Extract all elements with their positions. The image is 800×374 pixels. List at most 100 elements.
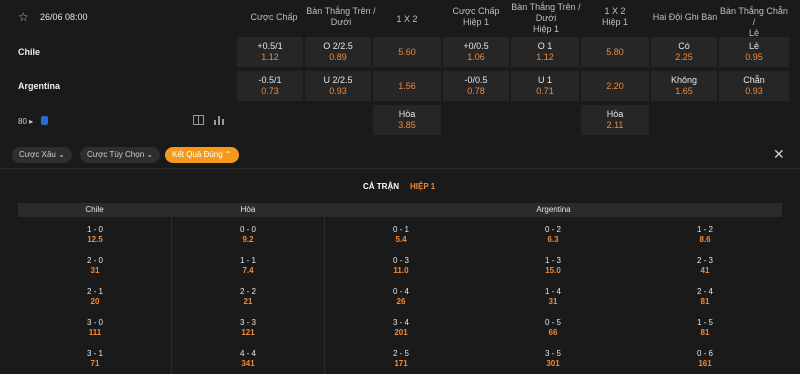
match-datetime: 26/06 08:00 xyxy=(40,12,88,22)
col-handicap-h1-line2: Hiệp 1 xyxy=(462,17,489,27)
score-cell[interactable]: 0 - 0 9.2 xyxy=(218,225,278,245)
filter-label: Cược Tùy Chọn xyxy=(87,150,145,159)
odds-value: 1.06 xyxy=(467,52,485,62)
score-odds: 9.2 xyxy=(242,235,254,244)
odds-cell-btts-yes[interactable]: Có 2.25 xyxy=(651,37,717,67)
odds-cell-home-win-h1[interactable]: 5.80 xyxy=(581,37,649,67)
score-cell[interactable]: 4 - 4 341 xyxy=(218,349,278,369)
odds-line: O 2/2.5 xyxy=(323,41,353,51)
tab-first-half[interactable]: HIỆP 1 xyxy=(410,182,435,191)
score-cell[interactable]: 0 - 4 26 xyxy=(371,287,431,307)
score-cell[interactable]: 0 - 1 5.4 xyxy=(371,225,431,245)
score-cell[interactable]: 0 - 6 161 xyxy=(675,349,735,369)
score-odds: 81 xyxy=(700,328,710,337)
filter-correct-score[interactable]: Kết Quả Đúng ⌃ xyxy=(165,147,239,163)
odds-value: 0.73 xyxy=(261,86,279,96)
tab-full-time[interactable]: CẢ TRẬN xyxy=(363,182,399,191)
odds-value: 0.93 xyxy=(745,86,763,96)
col-handicap: Cược Chấp xyxy=(250,12,298,22)
pitch-icon[interactable] xyxy=(193,115,204,125)
score-cell[interactable]: 1 - 2 8.6 xyxy=(675,225,735,245)
odds-cell-home-handicap-h1[interactable]: +0/0.5 1.06 xyxy=(443,37,509,67)
score-cell[interactable]: 3 - 3 121 xyxy=(218,318,278,338)
odds-cell-even[interactable]: Chẵn 0.93 xyxy=(719,71,789,101)
market-header: ☆ 26/06 08:00 Cược Chấp Bàn Thắng Trên /… xyxy=(0,0,800,38)
more-count-text: 80 xyxy=(18,117,27,126)
header-home: Chile xyxy=(18,203,171,217)
away-team-name: Argentina xyxy=(18,81,61,91)
odds-cell-draw[interactable]: Hòa 3.85 xyxy=(373,105,441,135)
odds-cell-draw-h1[interactable]: Hòa 2.11 xyxy=(581,105,649,135)
odds-cell-away-win[interactable]: 1.56 xyxy=(373,71,441,101)
odds-cell-away-win-h1[interactable]: 2.20 xyxy=(581,71,649,101)
score-cell[interactable]: 1 - 0 12.5 xyxy=(65,225,125,245)
score-label: 2 - 3 xyxy=(696,256,713,265)
odds-cell-under-h1[interactable]: U 1 0.71 xyxy=(511,71,579,101)
score-label: 1 - 5 xyxy=(696,318,713,327)
col-over-under: Bàn Thắng Trên / Dưới xyxy=(305,6,377,28)
score-label: 3 - 1 xyxy=(86,349,103,358)
score-odds: 20 xyxy=(90,297,100,306)
score-cell[interactable]: 3 - 1 71 xyxy=(65,349,125,369)
match-odds-panel: ☆ 26/06 08:00 Cược Chấp Bàn Thắng Trên /… xyxy=(0,0,800,374)
score-label: 4 - 4 xyxy=(239,349,256,358)
score-label: 1 - 2 xyxy=(696,225,713,234)
score-cell[interactable]: 1 - 5 81 xyxy=(675,318,735,338)
score-cell[interactable]: 2 - 4 81 xyxy=(675,287,735,307)
odds-line: Hòa xyxy=(606,109,624,119)
score-odds: 71 xyxy=(90,359,100,368)
score-cell[interactable]: 3 - 0 111 xyxy=(65,318,125,338)
favorite-star-icon[interactable]: ☆ xyxy=(18,11,30,23)
odds-cell-over[interactable]: O 2/2.5 0.89 xyxy=(305,37,371,67)
score-odds: 11.0 xyxy=(393,266,409,275)
close-icon[interactable]: ✕ xyxy=(773,147,785,161)
score-cell[interactable]: 2 - 2 21 xyxy=(218,287,278,307)
score-label: 3 - 4 xyxy=(392,318,409,327)
score-odds: 26 xyxy=(396,297,406,306)
odds-cell-odd[interactable]: Lẻ 0.95 xyxy=(719,37,789,67)
score-cell[interactable]: 1 - 3 15.0 xyxy=(523,256,583,276)
odds-value: 1.65 xyxy=(675,86,693,96)
live-stream-icon[interactable] xyxy=(41,116,48,125)
score-cell[interactable]: 3 - 4 201 xyxy=(371,318,431,338)
odds-cell-away-handicap[interactable]: -0.5/1 0.73 xyxy=(237,71,303,101)
odds-cell-home-win[interactable]: 5.60 xyxy=(373,37,441,67)
odds-cell-btts-no[interactable]: Không 1.65 xyxy=(651,71,717,101)
score-label: 0 - 2 xyxy=(544,225,561,234)
filter-label: Kết Quả Đúng xyxy=(172,150,223,159)
odds-value: 2.11 xyxy=(606,120,624,130)
more-markets-count[interactable]: 80 ▸ xyxy=(18,117,33,126)
score-cell[interactable]: 1 - 4 31 xyxy=(523,287,583,307)
filter-custom-bet[interactable]: Cược Tùy Chọn ⌄ xyxy=(80,147,161,163)
odds-line: Hòa xyxy=(398,109,416,119)
score-label: 2 - 5 xyxy=(392,349,409,358)
score-label: 3 - 0 xyxy=(86,318,103,327)
score-odds: 41 xyxy=(700,266,710,275)
col-separator xyxy=(171,203,172,374)
score-cell[interactable]: 1 - 1 7.4 xyxy=(218,256,278,276)
odds-cell-over-h1[interactable]: O 1 1.12 xyxy=(511,37,579,67)
col-1x2: 1 X 2 xyxy=(396,14,418,24)
score-label: 0 - 5 xyxy=(544,318,561,327)
odds-value: 0.71 xyxy=(536,86,554,96)
odds-line: Không xyxy=(670,75,698,85)
odds-cell-under[interactable]: U 2/2.5 0.93 xyxy=(305,71,371,101)
filter-parlay[interactable]: Cược Xâu ⌄ xyxy=(12,147,72,163)
odds-line: +0/0.5 xyxy=(463,41,489,51)
score-cell[interactable]: 3 - 5 301 xyxy=(523,349,583,369)
score-cell[interactable]: 2 - 5 171 xyxy=(371,349,431,369)
score-cell[interactable]: 2 - 3 41 xyxy=(675,256,735,276)
score-cell[interactable]: 0 - 3 11.0 xyxy=(371,256,431,276)
score-cell[interactable]: 0 - 2 6.3 xyxy=(523,225,583,245)
odds-cell-home-handicap[interactable]: +0.5/1 1.12 xyxy=(237,37,303,67)
score-label: 0 - 4 xyxy=(392,287,409,296)
score-cell[interactable]: 0 - 5 66 xyxy=(523,318,583,338)
score-odds: 301 xyxy=(546,359,560,368)
score-cell[interactable]: 2 - 0 31 xyxy=(65,256,125,276)
score-odds: 31 xyxy=(548,297,558,306)
col-separator xyxy=(324,203,325,374)
col-over-under-line2: Dưới xyxy=(330,17,352,27)
stats-icon[interactable] xyxy=(214,115,226,125)
odds-cell-away-handicap-h1[interactable]: -0/0.5 0.78 xyxy=(443,71,509,101)
score-cell[interactable]: 2 - 1 20 xyxy=(65,287,125,307)
